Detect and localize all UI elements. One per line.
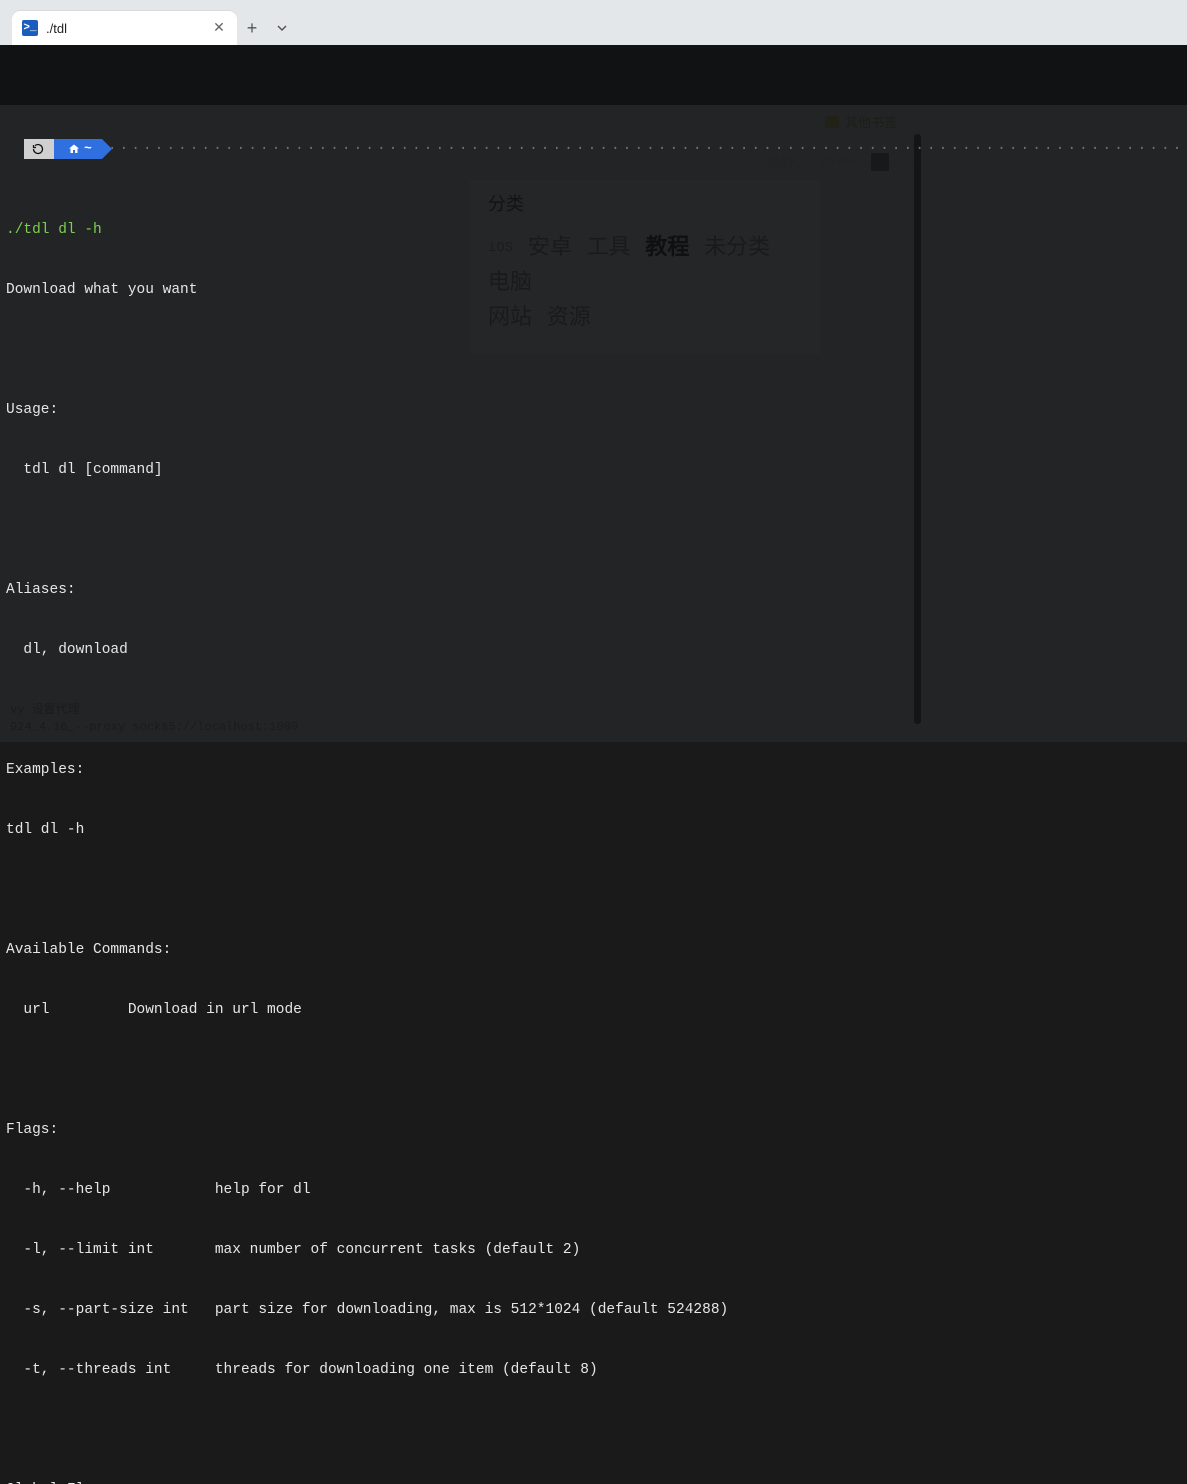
path-segment: ~ [54,139,102,159]
terminal-line: tdl dl -h [6,820,1181,840]
terminal-line [6,700,1181,720]
refresh-segment [24,139,54,159]
terminal-line [6,340,1181,360]
close-icon[interactable]: ✕ [211,20,227,36]
terminal-line: Examples: [6,760,1181,780]
new-tab-button[interactable]: + [237,11,267,45]
path-text: ~ [84,139,92,159]
terminal-line: Usage: [6,400,1181,420]
terminal-line: url Download in url mode [6,1000,1181,1020]
terminal-line [6,1420,1181,1440]
terminal-line: -t, --threads int threads for downloadin… [6,1360,1181,1380]
prompt-dots: ········································… [102,139,1187,159]
terminal-line: -h, --help help for dl [6,1180,1181,1200]
terminal-line [6,1060,1181,1080]
prompt-left: ~ [6,139,102,159]
terminal-line [6,520,1181,540]
powershell-icon: >_ [22,20,38,36]
prompt-row: ~ ······································… [6,138,1181,160]
terminal[interactable]: ~ ······································… [0,50,1187,742]
terminal-line: dl, download [6,640,1181,660]
terminal-line: -l, --limit int max number of concurrent… [6,1240,1181,1260]
terminal-line: Aliases: [6,580,1181,600]
terminal-line: Global Flags: [6,1480,1181,1484]
terminal-line: Download what you want [6,280,1181,300]
terminal-line: -s, --part-size int part size for downlo… [6,1300,1181,1320]
terminal-line: tdl dl [command] [6,460,1181,480]
tab-dropdown-button[interactable] [267,11,297,45]
tab-active[interactable]: >_ ./tdl ✕ [12,11,237,45]
cmd-text: ./tdl dl -h [6,222,102,238]
terminal-line: Flags: [6,1120,1181,1140]
terminal-line: Available Commands: [6,940,1181,960]
tab-strip: >_ ./tdl ✕ + [0,0,1187,45]
terminal-line: ./tdl dl -h [6,220,1181,240]
tab-title: ./tdl [46,21,203,36]
terminal-line [6,880,1181,900]
